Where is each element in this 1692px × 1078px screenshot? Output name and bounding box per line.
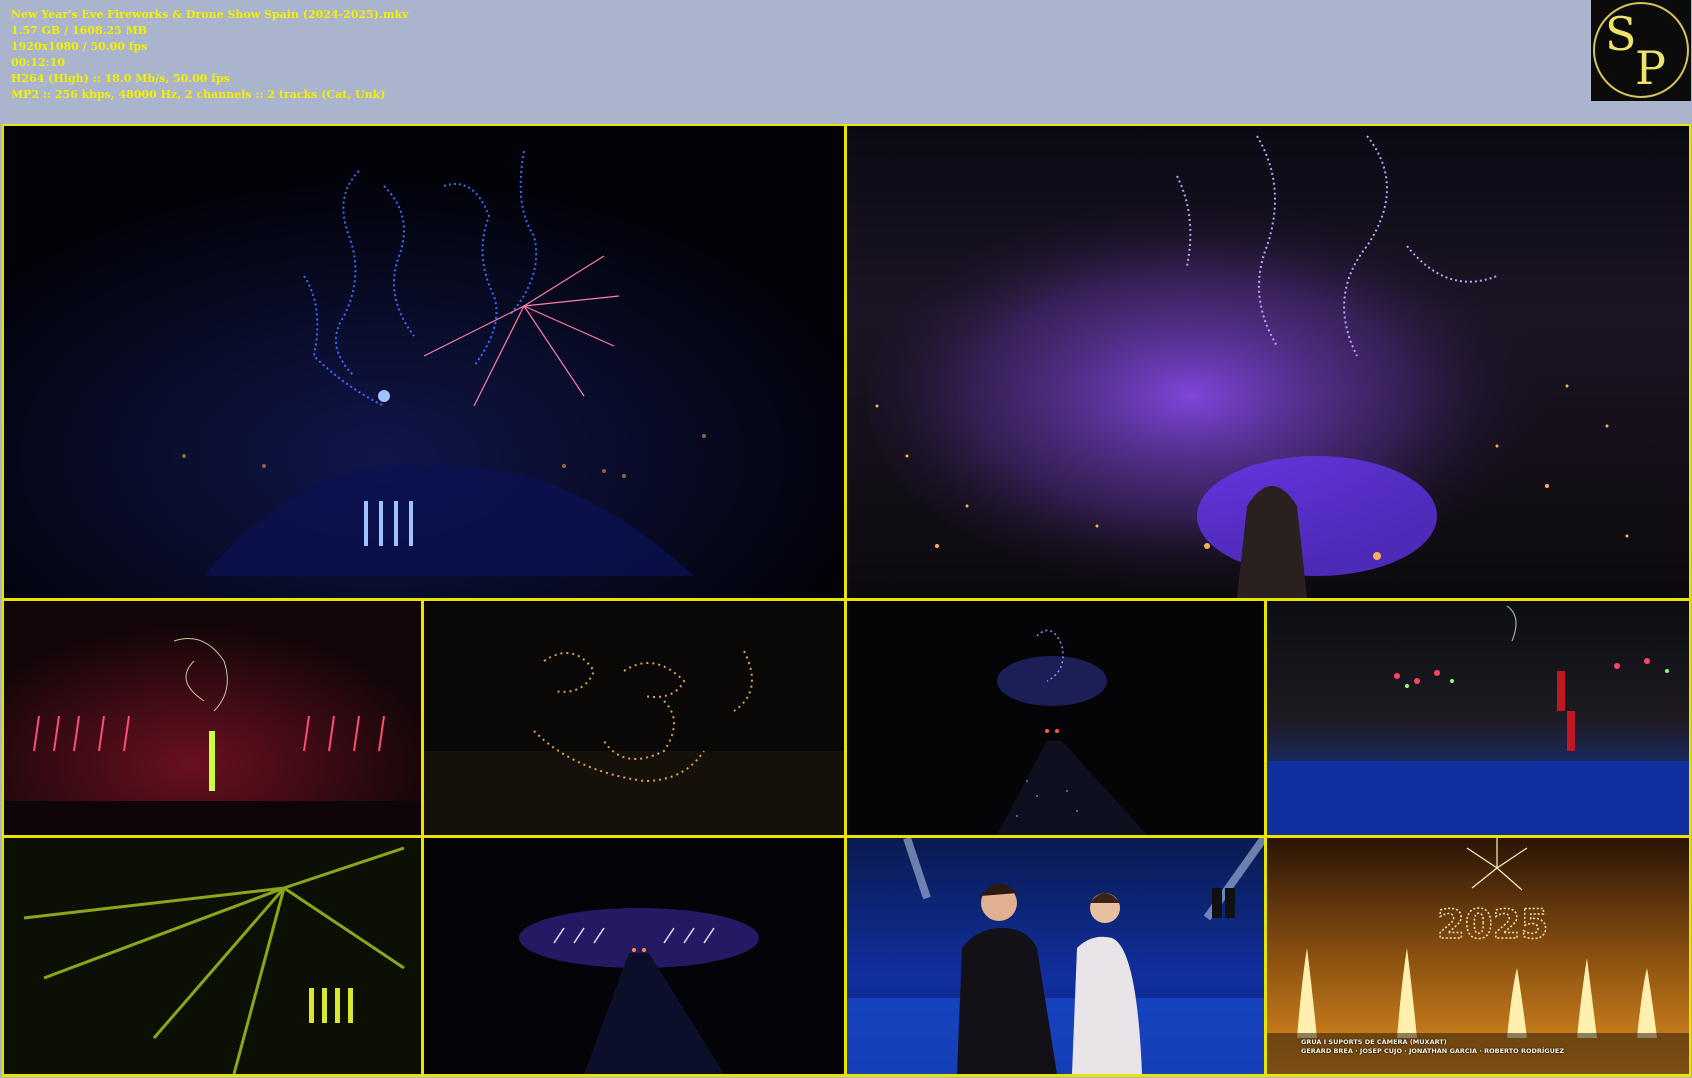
thumbnail-hosts-on-stage[interactable]	[847, 838, 1264, 1074]
file-info-panel: New Year's Eve Fireworks & Drone Show Sp…	[11, 7, 1571, 103]
thumbnail-drone-cartoon-outline[interactable]	[424, 601, 844, 835]
thumbnail-drones-over-city-purple-smoke[interactable]	[847, 126, 1689, 598]
file-name: New Year's Eve Fireworks & Drone Show Sp…	[11, 8, 409, 21]
thumbnail-grid: 2025 GRUA I SUPORTS DE CÀMERA (MUXART) G…	[2, 124, 1691, 1077]
video-duration: 00:12:10	[11, 56, 66, 69]
thumbnail-green-lasers[interactable]	[4, 838, 421, 1074]
svg-text:S: S	[1605, 7, 1637, 61]
audio-codec: MP2 :: 256 kbps, 48000 Hz, 2 channels ::…	[11, 88, 386, 101]
thumbnail-drone-faces-dark-sky[interactable]	[4, 126, 844, 598]
thumbnail-fireworks-2025[interactable]: 2025 GRUA I SUPORTS DE CÀMERA (MUXART) G…	[1267, 838, 1689, 1074]
thumbnail-red-fireworks-drones[interactable]	[4, 601, 421, 835]
drone-year-text: 2025	[1437, 902, 1548, 948]
thumbnail-crowd-with-fireworks[interactable]	[1267, 601, 1689, 835]
credit-line-2: GERARD BREA · JOSEP CUJO · JONATHAN GARC…	[1301, 1047, 1565, 1055]
sp-logo: S P	[1591, 0, 1691, 101]
thumbnail-drone-figure-avenue[interactable]	[847, 601, 1264, 835]
file-size: 1.57 GB / 1608.25 MB	[11, 24, 148, 37]
camera-credits: GRUA I SUPORTS DE CÀMERA (MUXART) GERARD…	[1301, 1038, 1564, 1056]
video-resolution: 1920x1080 / 50.00 fps	[11, 40, 148, 53]
thumbnail-avenue-fireworks-night[interactable]	[424, 838, 844, 1074]
svg-text:P: P	[1635, 41, 1666, 95]
credit-line-1: GRUA I SUPORTS DE CÀMERA (MUXART)	[1301, 1038, 1447, 1046]
video-codec: H264 (High) :: 18.0 Mb/s, 50.00 fps	[11, 72, 230, 85]
